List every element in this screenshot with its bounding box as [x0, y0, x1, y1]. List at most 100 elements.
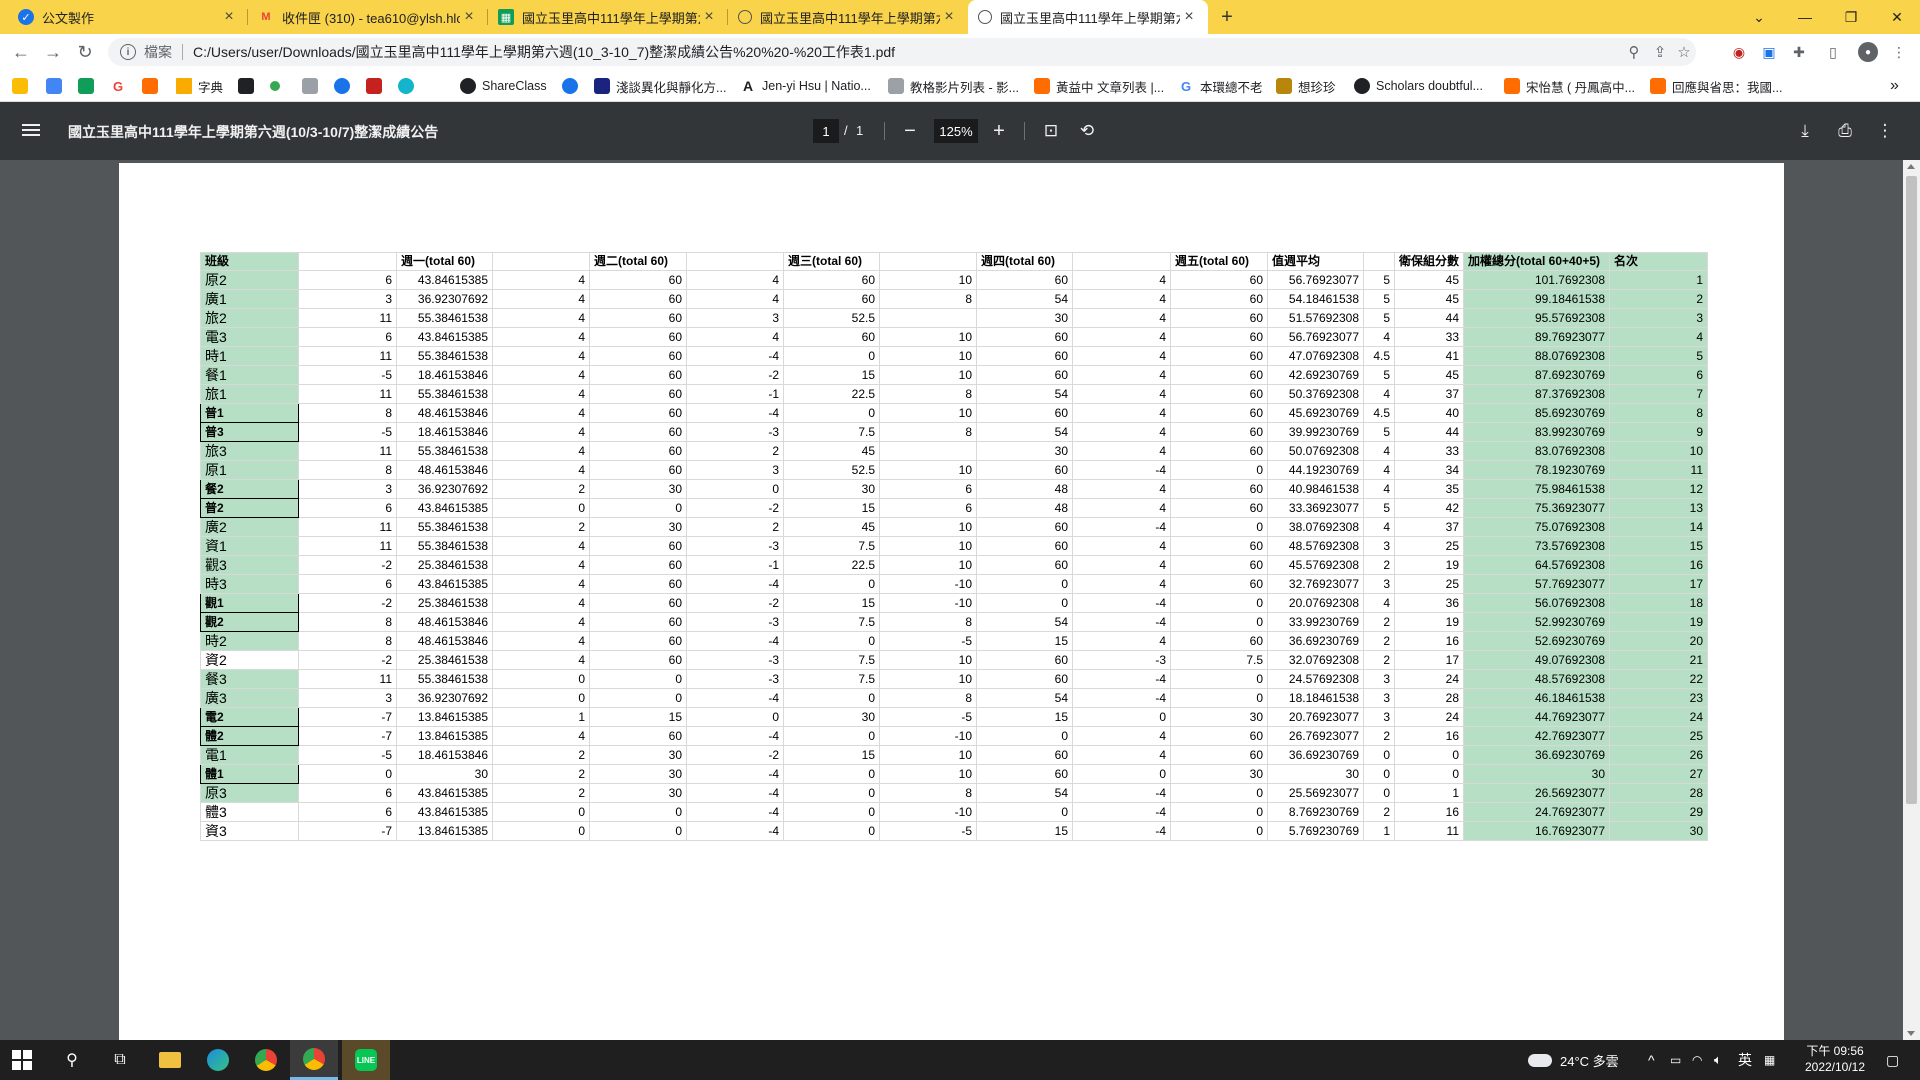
zoom-out-button[interactable]: −: [897, 118, 923, 144]
bookmark-item[interactable]: [12, 76, 34, 96]
bookmark-item[interactable]: [302, 76, 324, 96]
bookmark-item[interactable]: [270, 76, 286, 96]
address-url[interactable]: C:/Users/user/Downloads/國立玉里高中111學年上學期第六…: [193, 42, 895, 62]
bookmark-item[interactable]: 想珍珍: [1276, 76, 1336, 96]
page-total: 1: [856, 123, 864, 138]
search-icon[interactable]: ⚲: [58, 1046, 86, 1074]
score-cell: 4: [1072, 270, 1171, 290]
share-icon[interactable]: ⇪: [1647, 38, 1673, 66]
score-cell: 45: [1393, 270, 1465, 290]
browser-tab-1[interactable]: ✓ 公文製作 ×: [8, 0, 248, 34]
close-window-button[interactable]: ✕: [1874, 0, 1920, 34]
zoom-level-input[interactable]: 125%: [934, 119, 978, 143]
address-bar[interactable]: i 檔案 C:/Users/user/Downloads/國立玉里高中111學年…: [108, 38, 1696, 66]
back-arrow-icon[interactable]: ←: [8, 39, 34, 65]
close-tab-icon[interactable]: ×: [1180, 8, 1198, 26]
score-cell: 30: [783, 479, 880, 499]
browser-tab-3[interactable]: ▦ 國立玉里高中111學年上學期第六 ×: [488, 0, 728, 34]
print-icon[interactable]: ⎙: [1832, 118, 1858, 144]
hamburger-menu-icon[interactable]: [22, 121, 40, 141]
bookmark-item[interactable]: [562, 76, 584, 96]
reload-icon[interactable]: ↻: [72, 39, 98, 65]
info-icon[interactable]: i: [120, 44, 136, 60]
column-header: [298, 252, 397, 271]
bookmark-item[interactable]: [398, 76, 420, 96]
minimize-button[interactable]: —: [1782, 0, 1828, 34]
ime-mode-icon[interactable]: ▦: [1764, 1040, 1775, 1080]
fit-page-icon[interactable]: ⊡: [1038, 118, 1064, 144]
bookmark-item[interactable]: G: [110, 76, 132, 96]
bookmark-item[interactable]: 教格影片列表 - 影...: [888, 76, 1019, 96]
extensions-puzzle-icon[interactable]: ✚: [1788, 41, 1810, 63]
bookmark-item[interactable]: [334, 76, 356, 96]
bookmark-item[interactable]: Scholars doubtful...: [1354, 76, 1483, 96]
extension-translate-icon[interactable]: ▣: [1758, 41, 1780, 63]
rotate-icon[interactable]: ⟲: [1074, 118, 1100, 144]
close-tab-icon[interactable]: ×: [460, 8, 478, 26]
show-hidden-icons-button[interactable]: ^: [1648, 1040, 1655, 1080]
bookmark-item[interactable]: 回應與省思：我國...: [1650, 76, 1782, 96]
bookmark-item[interactable]: [142, 76, 164, 96]
network-icon[interactable]: ▭: [1670, 1040, 1681, 1080]
score-cell: 20.76923077: [1267, 707, 1364, 727]
file-explorer-taskbar-app[interactable]: [146, 1040, 194, 1080]
bookmark-shareclass[interactable]: ShareClass: [460, 76, 547, 96]
chrome-taskbar-app-active[interactable]: [290, 1040, 338, 1080]
bookmark-folder[interactable]: 字典: [176, 76, 223, 96]
close-tab-icon[interactable]: ×: [220, 8, 238, 26]
bookmark-item[interactable]: [78, 76, 100, 96]
volume-icon[interactable]: 🔈︎: [1714, 1040, 1722, 1080]
page-number-input[interactable]: 1: [813, 119, 839, 143]
new-tab-button[interactable]: +: [1212, 0, 1242, 34]
score-cell: 17: [1393, 650, 1465, 670]
bookmark-item[interactable]: 黃益中 文章列表 |...: [1034, 76, 1164, 96]
bookmark-item[interactable]: 宋怡慧 ( 丹鳳高中...: [1504, 76, 1635, 96]
close-tab-icon[interactable]: ×: [700, 8, 718, 26]
ime-indicator[interactable]: 英: [1738, 1040, 1752, 1080]
score-cell: 15: [783, 593, 880, 613]
bookmark-item[interactable]: [238, 76, 260, 96]
line-taskbar-app[interactable]: LINE: [342, 1040, 390, 1080]
download-icon[interactable]: ⤓: [1792, 118, 1818, 144]
tab-search-button[interactable]: ⌄: [1736, 0, 1782, 34]
scrollbar-thumb[interactable]: [1906, 176, 1917, 804]
bookmark-item[interactable]: G 本環總不老: [1178, 76, 1263, 96]
browser-tab-4[interactable]: 國立玉里高中111學年上學期第六 ×: [728, 0, 968, 34]
wifi-icon[interactable]: ◠: [1692, 1040, 1702, 1080]
bookmark-item[interactable]: 淺談異化與靜化方...: [594, 76, 726, 96]
more-options-icon[interactable]: ⋮: [1872, 118, 1898, 144]
scroll-down-icon[interactable]: [1907, 1031, 1915, 1036]
vertical-scrollbar[interactable]: [1903, 160, 1920, 1040]
close-tab-icon[interactable]: ×: [940, 8, 958, 26]
bookmark-star-icon[interactable]: ☆: [1671, 38, 1697, 66]
class-name-cell: 時3: [200, 574, 299, 594]
score-cell: 4: [492, 327, 590, 347]
score-cell: 43.84615385: [396, 498, 493, 518]
restore-button[interactable]: ❐: [1828, 0, 1874, 34]
score-cell: 60: [976, 460, 1073, 480]
browser-tab-5-active[interactable]: 國立玉里高中111學年上學期第六 ×: [968, 0, 1208, 34]
extension-eye-icon[interactable]: ◉: [1728, 41, 1750, 63]
profile-avatar[interactable]: ●: [1858, 42, 1878, 62]
taskbar-clock[interactable]: 下午 09:56 2022/10/12: [1790, 1043, 1880, 1075]
task-view-icon[interactable]: ⧉: [106, 1046, 134, 1074]
score-cell: 45: [783, 441, 880, 461]
bookmark-item[interactable]: A Jen-yi Hsu | Natio...: [740, 76, 871, 96]
pdf-document-area[interactable]: 班級 週一(total 60) 週二(total 60) 週三(total 60) 週四…: [0, 160, 1920, 1040]
side-panel-icon[interactable]: ▯: [1822, 41, 1844, 63]
weather-widget[interactable]: 24°C 多雲: [1528, 1040, 1619, 1080]
browser-tab-2[interactable]: M 收件匣 (310) - tea610@ylsh.hlc ×: [248, 0, 488, 34]
windows-start-icon[interactable]: [12, 1050, 32, 1070]
edge-taskbar-app[interactable]: [194, 1040, 242, 1080]
notifications-icon[interactable]: ▢: [1886, 1040, 1899, 1080]
scroll-up-icon[interactable]: [1907, 164, 1915, 169]
zoom-icon[interactable]: ⚲: [1621, 38, 1647, 66]
forward-arrow-icon[interactable]: →: [40, 39, 66, 65]
score-cell: 11: [298, 517, 397, 537]
more-bookmarks-button[interactable]: »: [1890, 76, 1899, 96]
bookmark-item[interactable]: [46, 76, 68, 96]
zoom-in-button[interactable]: +: [986, 118, 1012, 144]
more-menu-icon[interactable]: ⋮: [1888, 41, 1910, 63]
bookmark-item[interactable]: [366, 76, 388, 96]
chrome-taskbar-app[interactable]: [242, 1040, 290, 1080]
